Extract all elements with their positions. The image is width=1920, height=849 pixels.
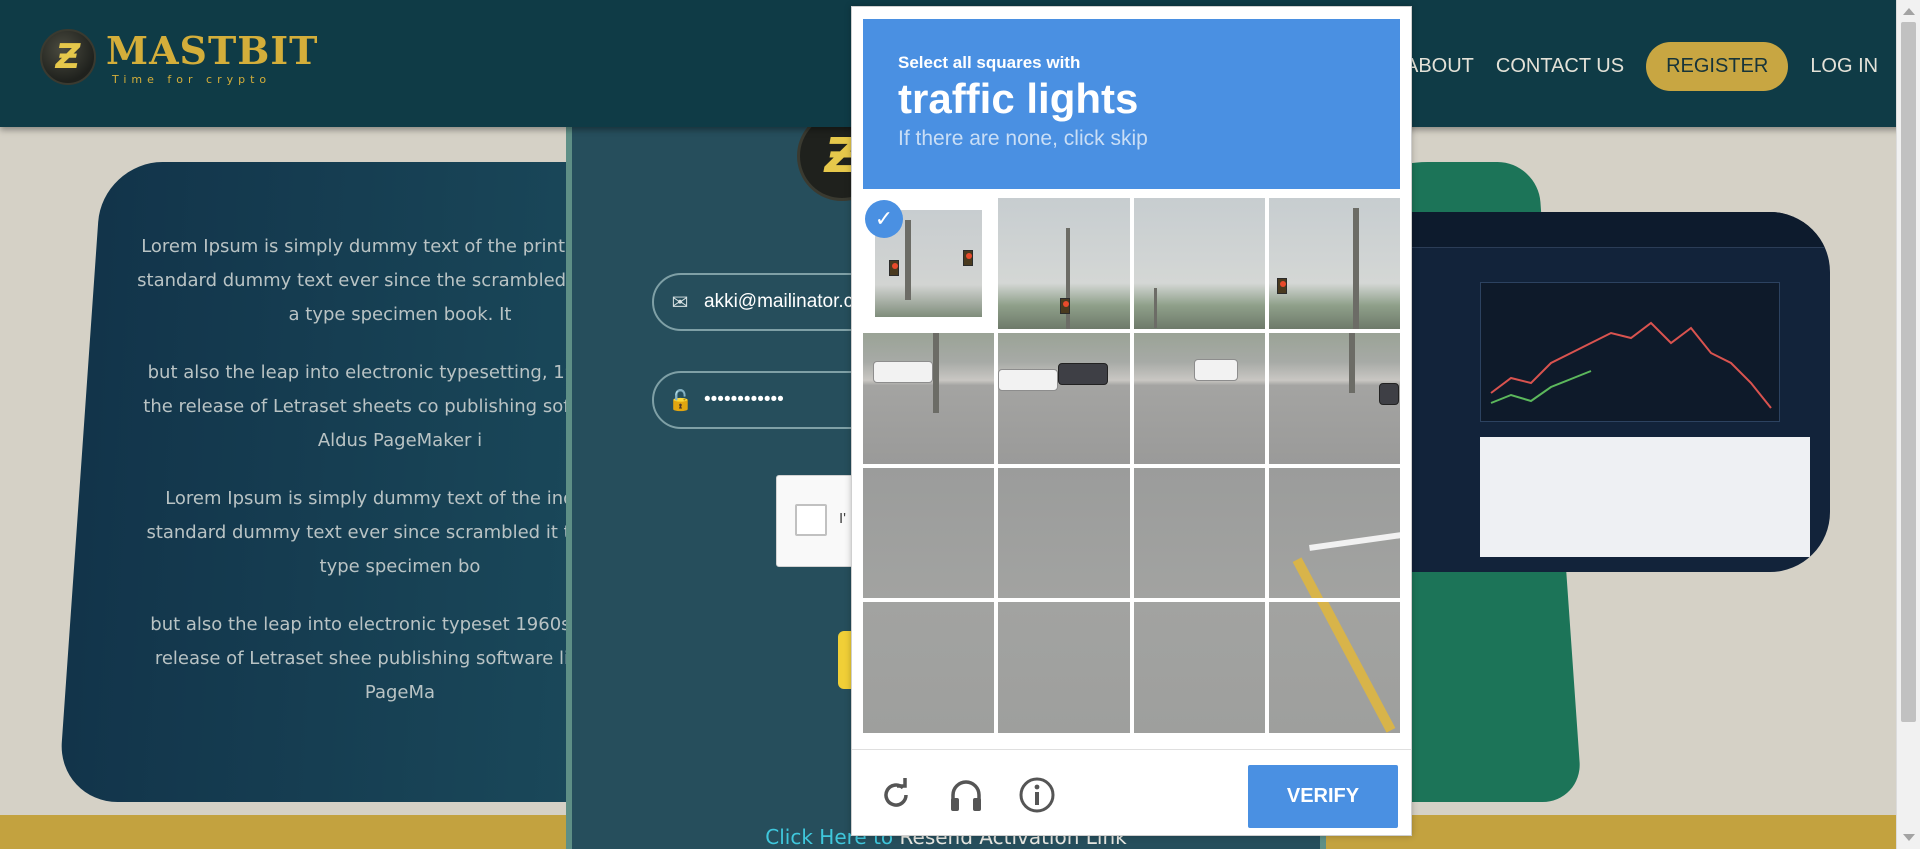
register-button[interactable]: REGISTER <box>1646 42 1789 91</box>
envelope-icon: ✉ <box>671 291 689 314</box>
checkmark-icon: ✓ <box>865 200 903 238</box>
captcha-tile[interactable] <box>998 602 1130 733</box>
mastbit-logo[interactable]: Ƶ MASTBIT Time for crypto <box>40 28 318 86</box>
captcha-tile[interactable] <box>1133 602 1265 733</box>
page-scrollbar[interactable] <box>1896 0 1920 849</box>
scroll-down-arrow-icon[interactable] <box>1903 834 1915 841</box>
captcha-tile[interactable] <box>1133 198 1265 329</box>
main-nav: ABOUT CONTACT US REGISTER LOG IN <box>1405 42 1878 91</box>
reload-icon[interactable] <box>877 776 915 814</box>
captcha-tile[interactable] <box>998 467 1130 599</box>
captcha-target: traffic lights <box>898 75 1139 122</box>
nav-about[interactable]: ABOUT <box>1405 55 1474 78</box>
captcha-tile[interactable] <box>998 332 1130 464</box>
dashboard-chart <box>1480 282 1780 422</box>
email-value: akki@mailinator.c <box>704 291 854 312</box>
captcha-tile[interactable] <box>863 467 995 599</box>
logo-coin-icon: Ƶ <box>40 29 96 85</box>
captcha-tile[interactable] <box>1268 332 1400 464</box>
captcha-tile[interactable] <box>863 602 995 733</box>
recaptcha-checkbox[interactable] <box>795 504 827 536</box>
captcha-tile[interactable] <box>1268 467 1400 599</box>
scroll-up-arrow-icon[interactable] <box>1903 8 1915 15</box>
price-chart-graphic <box>1490 321 1772 409</box>
captcha-tile[interactable] <box>1268 198 1400 329</box>
captcha-tile[interactable] <box>1133 332 1265 464</box>
info-icon-graphic <box>1019 777 1055 813</box>
unlock-icon: 🔓 <box>668 389 693 412</box>
nav-log-in[interactable]: LOG IN <box>1810 55 1878 78</box>
dashboard-table <box>1480 437 1810 557</box>
captcha-footer: VERIFY <box>852 749 1411 835</box>
captcha-grid: ✓ <box>863 198 1400 733</box>
brand-name: MASTBIT <box>106 28 319 73</box>
nav-contact-us[interactable]: CONTACT US <box>1496 55 1624 78</box>
dashboard-topbar <box>1410 212 1830 248</box>
recaptcha-label: I' <box>839 510 847 527</box>
headphones-icon[interactable] <box>947 776 985 814</box>
reload-icon-graphic <box>884 778 908 807</box>
captcha-header: Select all squares with traffic lights I… <box>863 19 1400 189</box>
captcha-tile[interactable] <box>863 332 995 464</box>
scroll-thumb[interactable] <box>1901 22 1916 722</box>
captcha-instruction: Select all squares with <box>898 53 1081 72</box>
captcha-tile[interactable]: ✓ <box>863 198 995 329</box>
dashboard-screenshot <box>1410 212 1830 572</box>
info-icon[interactable] <box>1018 776 1056 814</box>
brand-tagline: Time for crypto <box>112 73 272 86</box>
captcha-tile[interactable] <box>998 198 1130 329</box>
password-value: •••••••••••• <box>704 389 784 410</box>
captcha-tile[interactable] <box>1133 467 1265 599</box>
captcha-tile[interactable] <box>1268 602 1400 733</box>
verify-button[interactable]: VERIFY <box>1248 765 1398 828</box>
headphones-icon-graphic <box>951 780 981 811</box>
captcha-hint: If there are none, click skip <box>898 127 1148 150</box>
captcha-challenge: Select all squares with traffic lights I… <box>851 6 1412 836</box>
